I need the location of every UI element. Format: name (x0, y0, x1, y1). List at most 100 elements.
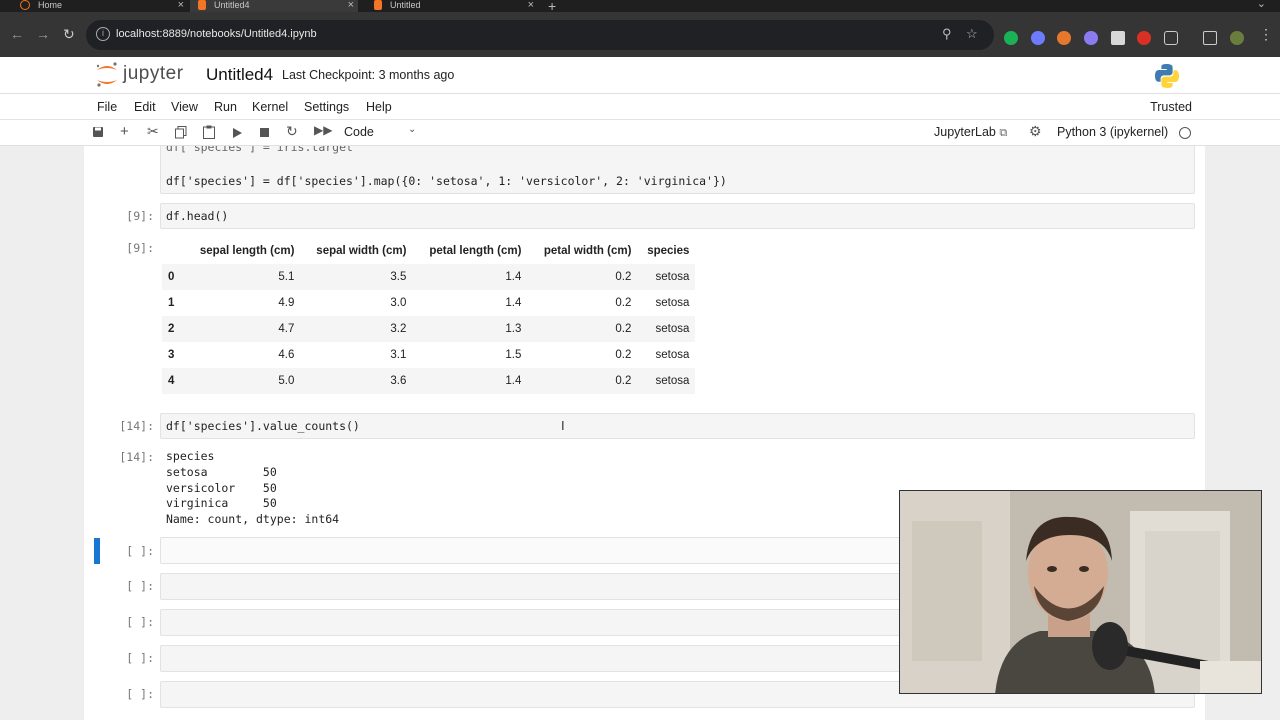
chevron-down-icon[interactable]: ⌄ (1257, 0, 1266, 10)
address-bar[interactable]: i localhost:8889/notebooks/Untitled4.ipy… (86, 20, 994, 50)
menu-kernel[interactable]: Kernel (252, 100, 288, 114)
close-icon[interactable]: × (528, 0, 534, 11)
stop-icon[interactable] (260, 128, 269, 137)
jupyter-logo-text: jupyter (123, 63, 184, 84)
kernel-status-icon (1179, 127, 1191, 139)
column-header: petal width (cm) (543, 245, 632, 257)
save-icon[interactable] (92, 126, 104, 138)
ublock-extension-icon[interactable] (1137, 31, 1151, 45)
menu-view[interactable]: View (171, 100, 198, 114)
chevron-down-icon[interactable]: ⌄ (408, 124, 416, 135)
output-prompt: [14]: (119, 450, 154, 464)
restart-icon[interactable]: ↻ (286, 123, 298, 140)
browser-tab-home[interactable]: Home × (20, 0, 184, 12)
code-line: df.head() (166, 209, 229, 223)
cell-type-select[interactable]: Code (344, 125, 374, 139)
table-cell: 1.4 (505, 297, 522, 309)
extension-icon[interactable] (1084, 31, 1098, 45)
add-cell-icon[interactable]: + (120, 123, 129, 140)
notebook-title[interactable]: Untitled4 (206, 65, 273, 85)
fast-forward-icon[interactable]: ▶▶ (314, 123, 332, 137)
input-prompt: [ ]: (126, 651, 154, 665)
cut-icon[interactable]: ✂ (147, 123, 159, 140)
input-prompt: [ ]: (126, 579, 154, 593)
menu-help[interactable]: Help (366, 100, 392, 114)
browser-tab-untitled[interactable]: Untitled × (374, 0, 534, 12)
info-icon[interactable]: i (96, 27, 110, 41)
trusted-indicator[interactable]: Trusted (1150, 100, 1192, 114)
external-link-icon: ⧉ (999, 127, 1008, 139)
column-header: petal length (cm) (429, 245, 522, 257)
table-cell: setosa (637, 316, 696, 342)
tab-label: Untitled (390, 0, 421, 10)
table-cell: setosa (655, 297, 690, 309)
paste-icon[interactable] (203, 125, 215, 139)
presenter-video-image (900, 491, 1261, 693)
jupyter-header: jupyter Untitled4 Last Checkpoint: 3 mon… (0, 57, 1280, 94)
profile-avatar-icon[interactable] (1230, 31, 1244, 45)
table-cell: 3.2 (300, 316, 413, 342)
text-cursor-icon: I (561, 418, 565, 433)
bookmark-star-icon[interactable]: ☆ (966, 26, 978, 42)
table-cell: 0.2 (615, 297, 632, 309)
grammarly-extension-icon[interactable] (1004, 31, 1018, 45)
menu-bar: File Edit View Run Kernel Settings Help … (0, 94, 1280, 120)
table-cell: 1.4 (412, 264, 528, 290)
table-row: 0 5.1 3.5 1.4 0.2 setosa (162, 264, 696, 290)
close-icon[interactable]: × (178, 0, 184, 11)
row-index: 0 (162, 264, 181, 290)
table-cell: 5.0 (180, 368, 301, 394)
menu-settings[interactable]: Settings (304, 100, 349, 114)
table-cell: 3.5 (300, 264, 413, 290)
code-cell-input[interactable] (160, 203, 1195, 229)
cell-output-text: species setosa 50 versicolor 50 virginic… (166, 449, 340, 527)
back-icon[interactable]: ← (10, 26, 24, 42)
reload-icon[interactable]: ↻ (63, 26, 75, 43)
puzzle-extensions-icon[interactable] (1164, 31, 1178, 45)
browser-tab-bar: Home × Untitled4 × Untitled × + ⌄ (0, 0, 1280, 14)
input-prompt: [ ]: (126, 615, 154, 629)
forward-icon[interactable]: → (36, 26, 50, 42)
metamask-extension-icon[interactable] (1057, 31, 1071, 45)
table-header-row: sepal length (cm) sepal width (cm) petal… (162, 238, 695, 264)
row-index: 1 (168, 297, 175, 309)
table-cell: 1.5 (505, 349, 522, 361)
row-index: 4 (162, 368, 181, 394)
browser-toolbar: ← → ↻ i localhost:8889/notebooks/Untitle… (0, 12, 1280, 57)
menu-run[interactable]: Run (214, 100, 237, 114)
table-cell: setosa (637, 368, 696, 394)
webcam-overlay (899, 490, 1262, 694)
menu-file[interactable]: File (97, 100, 117, 114)
table-cell: 4.9 (278, 297, 295, 309)
browser-tab-untitled4[interactable]: Untitled4 × (190, 0, 358, 12)
copy-icon[interactable] (175, 126, 187, 139)
table-cell: 0.2 (615, 349, 632, 361)
column-header (162, 238, 180, 264)
table-cell: 0.2 (527, 264, 638, 290)
table-row: 4 5.0 3.6 1.4 0.2 setosa (162, 368, 696, 394)
gear-icon[interactable]: ⚙ (1029, 123, 1042, 140)
code-line: df['species'].value_counts() (166, 419, 360, 433)
jupyter-logo-icon[interactable] (94, 61, 120, 89)
jupyter-favicon-icon (20, 0, 30, 10)
table-cell: 3.1 (390, 349, 407, 361)
close-icon[interactable]: × (348, 0, 354, 11)
side-panel-icon[interactable] (1203, 31, 1217, 45)
url-text: localhost:8889/notebooks/Untitled4.ipynb (116, 28, 317, 40)
menu-edit[interactable]: Edit (134, 100, 156, 114)
python-logo-icon (1155, 64, 1179, 88)
column-header: species (647, 245, 690, 257)
table-row: 1 4.9 3.0 1.4 0.2 setosa (162, 290, 695, 316)
kebab-menu-icon[interactable]: ⋮ (1259, 26, 1273, 43)
extension-icon[interactable] (1111, 31, 1125, 45)
run-icon[interactable] (233, 128, 242, 138)
table-row: 3 4.6 3.1 1.5 0.2 setosa (162, 342, 695, 368)
table-row: 2 4.7 3.2 1.3 0.2 setosa (162, 316, 696, 342)
table-cell: 0.2 (527, 368, 638, 394)
kernel-name[interactable]: Python 3 (ipykernel) (1057, 125, 1168, 139)
input-prompt: [ ]: (126, 544, 154, 558)
table-cell: 4.6 (278, 349, 295, 361)
extension-icon[interactable] (1031, 31, 1045, 45)
zoom-icon[interactable]: ⚲ (942, 26, 952, 42)
jupyterlab-link[interactable]: JupyterLab ⧉ (934, 125, 1007, 140)
